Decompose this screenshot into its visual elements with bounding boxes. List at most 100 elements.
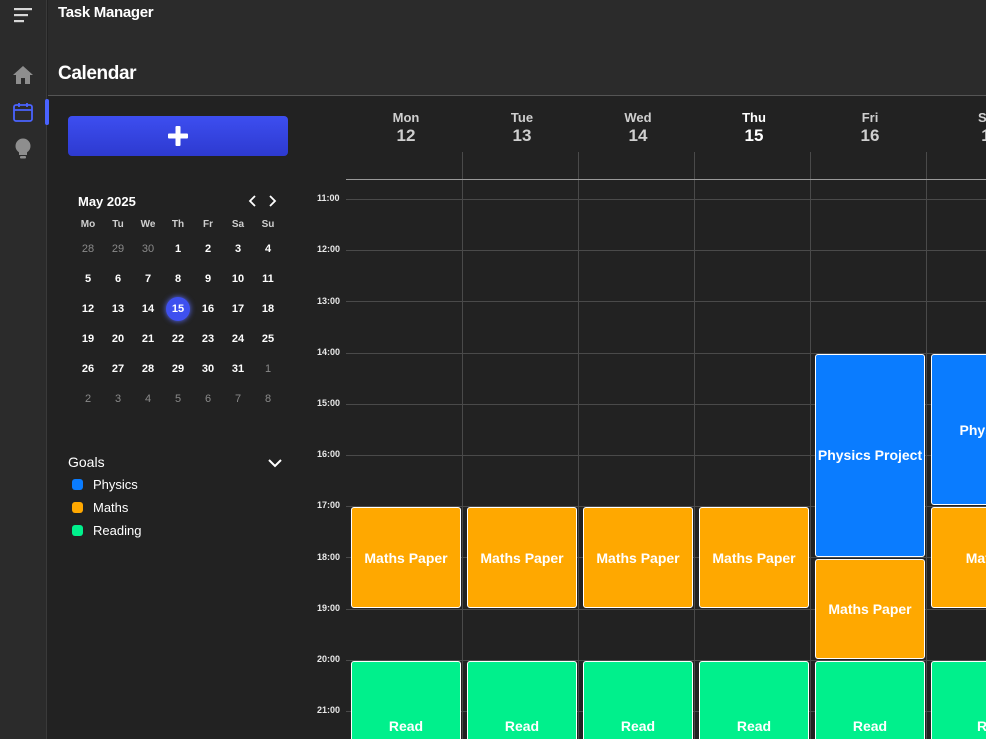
day-number: 1	[174, 243, 182, 255]
calendar-icon[interactable]	[11, 100, 35, 124]
mini-calendar-day[interactable]: 3	[103, 384, 133, 414]
mini-calendar-day[interactable]: 19	[73, 324, 103, 354]
mini-calendar-day[interactable]: 7	[223, 384, 253, 414]
mini-calendar-day[interactable]: 29	[103, 234, 133, 264]
goal-color-swatch	[72, 479, 83, 490]
event-title: Maths Paper	[364, 549, 448, 566]
lightbulb-icon[interactable]	[11, 137, 35, 161]
mini-calendar-day[interactable]: 14	[133, 294, 163, 324]
calendar-event[interactable]: Maths Paper	[815, 558, 925, 659]
day-number: 4	[264, 243, 272, 255]
day-number: 24	[231, 333, 245, 345]
goal-item[interactable]: Maths	[68, 496, 288, 519]
mini-calendar-day[interactable]: 28	[73, 234, 103, 264]
goal-item[interactable]: Reading	[68, 519, 288, 542]
calendar-event[interactable]: Maths Paper	[351, 507, 461, 608]
event-title: Read	[504, 718, 540, 735]
calendar-event[interactable]: Physics	[931, 353, 986, 506]
mini-calendar-day[interactable]: 4	[133, 384, 163, 414]
mini-calendar-day[interactable]: 13	[103, 294, 133, 324]
mini-calendar-day[interactable]: 11	[253, 264, 283, 294]
calendar-event[interactable]: Read	[815, 661, 925, 739]
event-title: Read	[736, 718, 772, 735]
mini-calendar-day[interactable]: 6	[103, 264, 133, 294]
day-header[interactable]: Mon 12	[348, 110, 464, 146]
chevron-right-icon[interactable]	[264, 192, 280, 210]
day-header[interactable]: Sa1	[928, 110, 986, 146]
mini-calendar-day[interactable]: 12	[73, 294, 103, 324]
chevron-down-icon[interactable]	[266, 454, 284, 472]
mini-calendar-day[interactable]: 29	[163, 354, 193, 384]
time-label: 18:00	[317, 551, 341, 562]
mini-calendar-day[interactable]: 18	[253, 294, 283, 324]
mini-calendar-day[interactable]: 1	[163, 234, 193, 264]
day-header[interactable]: Wed 14	[580, 110, 696, 146]
mini-calendar-today[interactable]: 15	[163, 294, 193, 324]
plus-icon	[168, 126, 188, 146]
mini-calendar-day[interactable]: 6	[193, 384, 223, 414]
mini-calendar-day[interactable]: 22	[163, 324, 193, 354]
day-header[interactable]: Thu 15	[696, 110, 812, 146]
mini-calendar-day[interactable]: 2	[193, 234, 223, 264]
day-name: Tue	[510, 110, 534, 125]
mini-calendar-day[interactable]: 4	[253, 234, 283, 264]
mini-calendar-day[interactable]: 23	[193, 324, 223, 354]
calendar-event[interactable]: Re	[931, 661, 986, 739]
menu-icon[interactable]	[11, 3, 35, 27]
day-number: 13	[111, 303, 125, 315]
day-number: 3	[114, 393, 122, 405]
day-number: 19	[81, 333, 95, 345]
mini-calendar-day[interactable]: 28	[133, 354, 163, 384]
calendar-event[interactable]: Maths	[931, 507, 986, 608]
week-grid: 10:0011:0012:0013:0014:0015:0016:0017:00…	[300, 152, 986, 739]
calendar-event[interactable]: Read	[699, 661, 809, 739]
mini-calendar-month: May 2025	[78, 194, 136, 209]
day-header[interactable]: Fri 16	[812, 110, 928, 146]
mini-calendar-day[interactable]: 7	[133, 264, 163, 294]
mini-calendar-day[interactable]: 24	[223, 324, 253, 354]
page-header: Calendar	[48, 48, 986, 96]
mini-calendar-day[interactable]: 8	[253, 384, 283, 414]
calendar-event[interactable]: Maths Paper	[583, 507, 693, 608]
goal-item[interactable]: Physics	[68, 473, 288, 496]
mini-calendar-day[interactable]: 20	[103, 324, 133, 354]
mini-calendar-day[interactable]: 30	[193, 354, 223, 384]
day-number: 5	[84, 273, 92, 285]
add-task-button[interactable]	[68, 116, 288, 156]
event-title: Maths Paper	[828, 600, 912, 617]
calendar-event[interactable]: Read	[467, 661, 577, 739]
day-header[interactable]: Tue 13	[464, 110, 580, 146]
mini-calendar-day[interactable]: 5	[73, 264, 103, 294]
mini-calendar-day[interactable]: 1	[253, 354, 283, 384]
day-number: 30	[201, 363, 215, 375]
mini-calendar-day[interactable]: 30	[133, 234, 163, 264]
calendar-event[interactable]: Read	[583, 661, 693, 739]
mini-calendar-day[interactable]: 5	[163, 384, 193, 414]
mini-calendar-day[interactable]: 26	[73, 354, 103, 384]
mini-calendar-day[interactable]: 8	[163, 264, 193, 294]
mini-calendar-day[interactable]: 27	[103, 354, 133, 384]
calendar-event[interactable]: Physics Project	[815, 353, 925, 557]
mini-calendar-day[interactable]: 2	[73, 384, 103, 414]
mini-calendar-day[interactable]: 10	[223, 264, 253, 294]
home-icon[interactable]	[11, 63, 35, 87]
mini-calendar-day[interactable]: 31	[223, 354, 253, 384]
event-title: Maths Paper	[712, 549, 796, 566]
mini-calendar-day[interactable]: 9	[193, 264, 223, 294]
calendar-event[interactable]: Maths Paper	[467, 507, 577, 608]
calendar-event[interactable]: Maths Paper	[699, 507, 809, 608]
day-number: 6	[204, 393, 212, 405]
mini-calendar-day[interactable]: 3	[223, 234, 253, 264]
calendar-event[interactable]: Read	[351, 661, 461, 739]
mini-calendar-day[interactable]: 21	[133, 324, 163, 354]
mini-calendar-day[interactable]: 17	[223, 294, 253, 324]
mini-calendar-grid: Mo Tu We Th Fr Sa Su 28 29 30 1 2 3 4 5 6 7 8 9 10 11 12 13 14 1…	[73, 214, 283, 414]
mini-calendar-day[interactable]: 16	[193, 294, 223, 324]
day-column-divider	[926, 152, 927, 739]
day-number: 26	[81, 363, 95, 375]
hour-line	[346, 250, 986, 252]
mini-calendar-day[interactable]: 25	[253, 324, 283, 354]
day-number: 29	[111, 243, 125, 255]
nav-active-indicator	[45, 99, 49, 125]
chevron-left-icon[interactable]	[245, 192, 261, 210]
